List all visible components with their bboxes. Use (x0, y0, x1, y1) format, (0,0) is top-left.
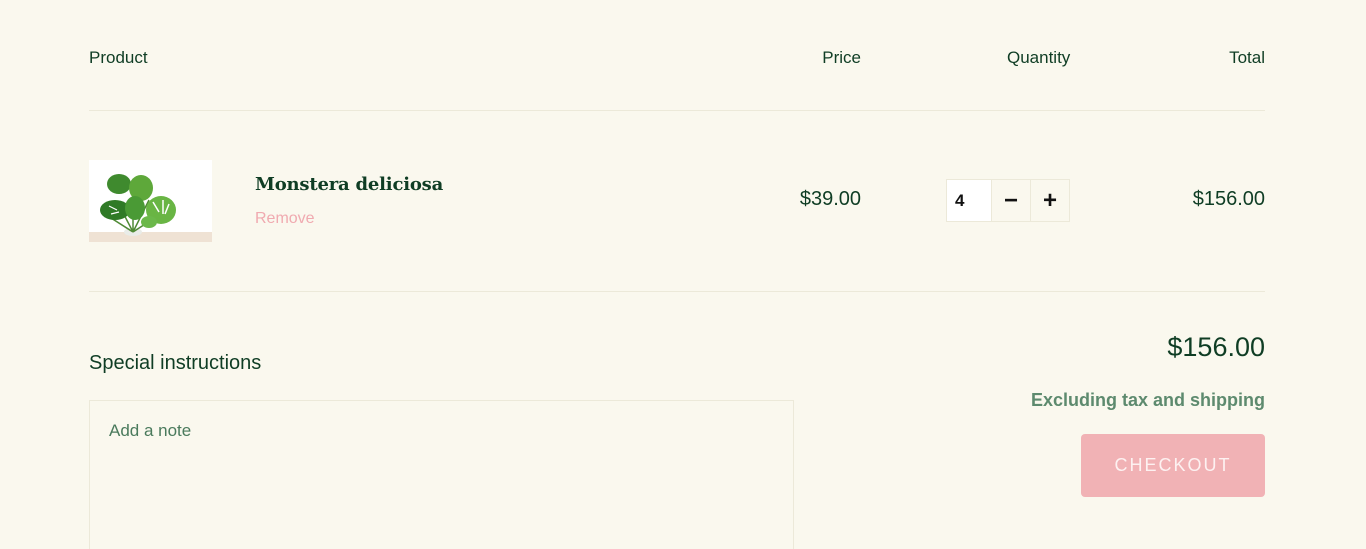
special-instructions-label: Special instructions (89, 352, 262, 374)
cart-page: Product Price Quantity Total Monstera de… (0, 0, 1366, 549)
quantity-input[interactable]: 4 (947, 180, 992, 221)
increment-button[interactable]: + (1030, 180, 1069, 221)
remove-link[interactable]: Remove (255, 210, 315, 228)
header-quantity: Quantity (1007, 48, 1071, 67)
header-total: Total (1229, 48, 1265, 67)
item-divider (89, 291, 1265, 292)
product-name[interactable]: Monstera deliciosa (255, 174, 443, 195)
header-price: Price (822, 48, 861, 67)
monstera-plant-icon (89, 160, 212, 242)
tax-note: Excluding tax and shipping (1030, 390, 1265, 410)
product-image[interactable] (89, 160, 212, 242)
decrement-button[interactable]: − (991, 180, 1031, 221)
cart-table-header: Product Price Quantity Total (89, 48, 1265, 72)
quantity-stepper: 4 − + (946, 179, 1070, 222)
header-product: Product (89, 48, 148, 67)
checkout-button[interactable]: CHECKOUT (1081, 434, 1265, 497)
line-total: $156.00 (1192, 188, 1265, 210)
cart-subtotal: $156.00 (1167, 332, 1265, 362)
unit-price: $39.00 (799, 188, 861, 210)
header-divider (89, 110, 1265, 111)
note-textarea[interactable] (89, 400, 794, 549)
